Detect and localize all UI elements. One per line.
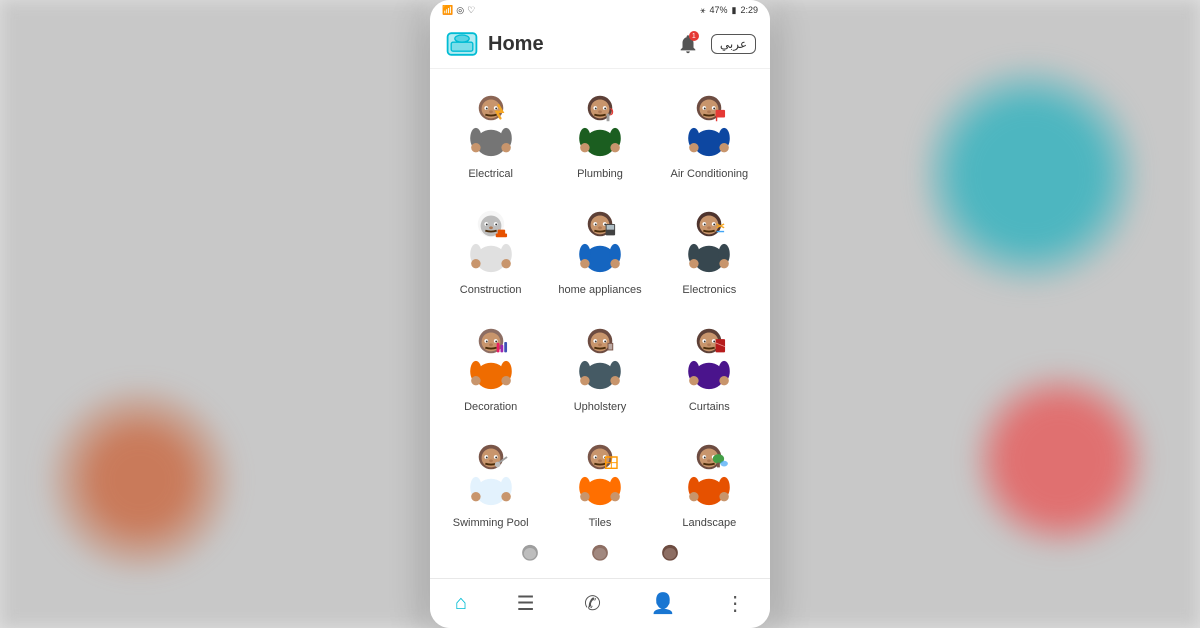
service-icon-home-appliances xyxy=(564,205,636,277)
nav-icon-more: ⋮ xyxy=(725,591,745,616)
bg-char-right xyxy=(920,50,1140,300)
time-display: 2:29 xyxy=(740,5,758,15)
service-item-air-conditioning[interactable]: Air Conditioning xyxy=(657,79,762,191)
service-item-construction[interactable]: Construction xyxy=(438,195,543,307)
notification-button[interactable]: 1 xyxy=(673,29,703,59)
service-icon-decoration xyxy=(455,322,527,394)
service-grid: Electrical Plumbing xyxy=(430,79,770,540)
health-icon: ♡ xyxy=(467,5,475,16)
service-icon-curtains xyxy=(673,322,745,394)
service-label-electronics: Electronics xyxy=(682,283,736,297)
service-label-curtains: Curtains xyxy=(689,400,730,414)
service-icon-electrical xyxy=(455,89,527,161)
peek-char-1 xyxy=(505,544,555,575)
service-icon-landscape xyxy=(673,438,745,510)
nav-icon-profile: 👤 xyxy=(651,591,676,616)
service-icon-swimming-pool xyxy=(455,438,527,510)
service-label-swimming-pool: Swimming Pool xyxy=(453,516,529,530)
service-icon-electronics xyxy=(673,205,745,277)
battery-icon: ▮ xyxy=(732,5,737,16)
service-label-plumbing: Plumbing xyxy=(577,167,623,181)
char-peek-row xyxy=(430,540,770,575)
service-item-electronics[interactable]: Electronics xyxy=(657,195,762,307)
service-label-air-conditioning: Air Conditioning xyxy=(671,167,749,181)
service-item-landscape[interactable]: Landscape xyxy=(657,428,762,540)
notification-badge: 1 xyxy=(689,31,699,41)
nav-item-profile[interactable]: 👤 xyxy=(643,589,684,618)
service-label-home-appliances: home appliances xyxy=(558,283,641,297)
service-icon-tiles xyxy=(564,438,636,510)
service-label-construction: Construction xyxy=(460,283,522,297)
bg-char-left xyxy=(40,380,240,580)
bluetooth-icon: ⚹ xyxy=(700,5,705,16)
peek-char-3 xyxy=(645,544,695,575)
bg-char-right2 xyxy=(970,360,1150,560)
status-bar: 📶 ◎ ♡ ⚹ 47% ▮ 2:29 xyxy=(430,0,770,20)
service-content: Electrical Plumbing xyxy=(430,69,770,578)
service-item-upholstery[interactable]: Upholstery xyxy=(547,312,652,424)
header-left: Home xyxy=(444,26,544,62)
service-label-tiles: Tiles xyxy=(589,516,612,530)
service-icon-air-conditioning xyxy=(673,89,745,161)
service-icon-construction xyxy=(455,205,527,277)
nav-item-more[interactable]: ⋮ xyxy=(717,589,753,618)
service-item-plumbing[interactable]: Plumbing xyxy=(547,79,652,191)
nav-item-phone[interactable]: ✆ xyxy=(576,589,609,618)
nav-item-list[interactable]: ☰ xyxy=(509,589,543,618)
service-icon-plumbing xyxy=(564,89,636,161)
bottom-nav: ⌂ ☰ ✆ 👤 ⋮ xyxy=(430,578,770,628)
status-left: 📶 ◎ ♡ xyxy=(442,5,475,16)
service-item-home-appliances[interactable]: home appliances xyxy=(547,195,652,307)
wifi-icon: ◎ xyxy=(456,5,464,16)
nav-icon-list: ☰ xyxy=(517,591,535,616)
battery-percent: 47% xyxy=(710,5,728,15)
service-icon-upholstery xyxy=(564,322,636,394)
status-right: ⚹ 47% ▮ 2:29 xyxy=(700,5,758,16)
app-header: Home 1 عربي xyxy=(430,20,770,69)
phone-frame: 📶 ◎ ♡ ⚹ 47% ▮ 2:29 Home xyxy=(430,0,770,628)
nav-icon-home: ⌂ xyxy=(455,592,467,615)
header-right: 1 عربي xyxy=(673,29,756,59)
service-label-upholstery: Upholstery xyxy=(574,400,627,414)
signal-icon: 📶 xyxy=(442,5,453,16)
service-item-electrical[interactable]: Electrical xyxy=(438,79,543,191)
service-label-decoration: Decoration xyxy=(464,400,517,414)
page-title: Home xyxy=(488,33,544,56)
service-item-decoration[interactable]: Decoration xyxy=(438,312,543,424)
language-button[interactable]: عربي xyxy=(711,34,756,54)
service-item-swimming-pool[interactable]: Swimming Pool xyxy=(438,428,543,540)
service-item-tiles[interactable]: Tiles xyxy=(547,428,652,540)
service-label-landscape: Landscape xyxy=(682,516,736,530)
nav-item-home[interactable]: ⌂ xyxy=(447,590,475,617)
service-item-curtains[interactable]: Curtains xyxy=(657,312,762,424)
peek-char-2 xyxy=(575,544,625,575)
app-logo xyxy=(444,26,480,62)
nav-icon-phone: ✆ xyxy=(584,591,601,616)
service-label-electrical: Electrical xyxy=(468,167,513,181)
